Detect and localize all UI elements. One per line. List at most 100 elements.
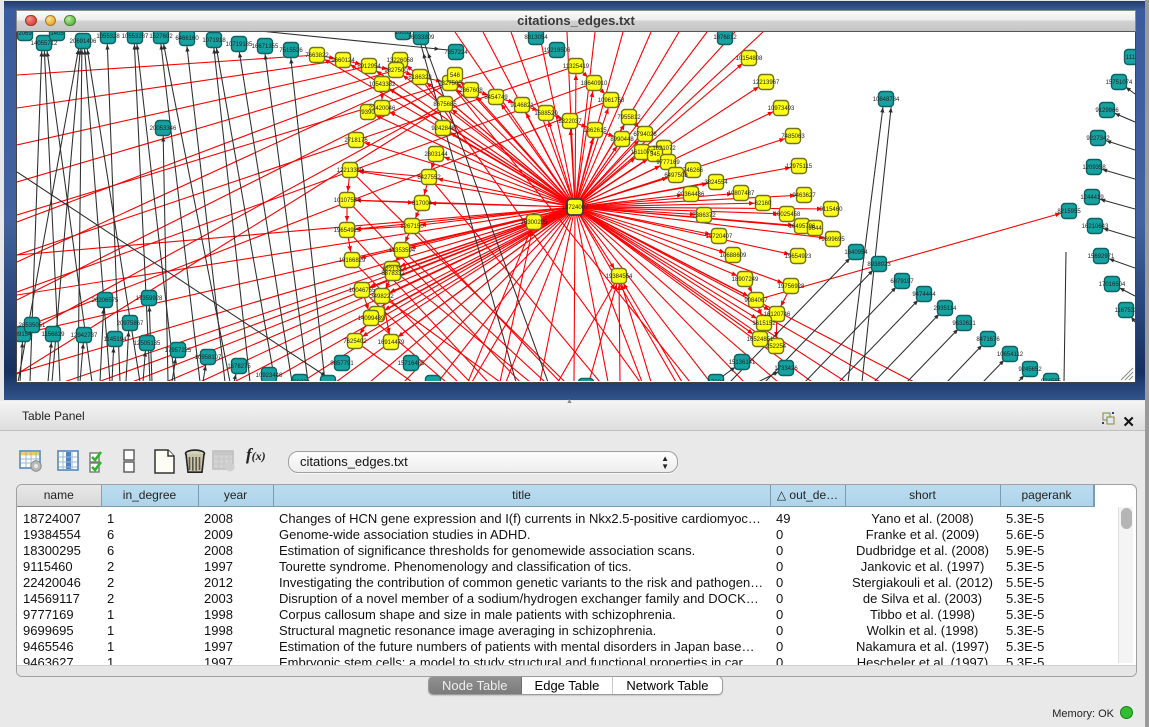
svg-text:7955812: 7955812 (617, 115, 641, 121)
svg-text:14055712: 14055712 (31, 41, 58, 47)
svg-text:17334: 17334 (708, 380, 725, 381)
svg-text:10107554: 10107554 (334, 198, 361, 204)
svg-text:9327505: 9327505 (438, 81, 462, 87)
svg-text:10973493: 10973493 (768, 106, 795, 112)
svg-text:9129966: 9129966 (1095, 108, 1119, 114)
svg-text:15136141: 15136141 (729, 360, 756, 366)
svg-text:16210643: 16210643 (1082, 224, 1109, 230)
svg-text:109234: 109234 (290, 380, 311, 381)
svg-text:8186328: 8186328 (408, 75, 432, 81)
svg-text:19384554: 19384554 (606, 274, 633, 280)
svg-text:3498222: 3498222 (370, 294, 394, 300)
svg-text:1167533: 1167533 (1115, 308, 1135, 314)
svg-text:2718176: 2718176 (344, 138, 368, 144)
svg-text:22420046: 22420046 (369, 106, 396, 112)
svg-text:9463627: 9463627 (792, 193, 816, 199)
svg-text:62160: 62160 (755, 201, 772, 207)
svg-text:7357224: 7357224 (444, 50, 468, 56)
svg-text:19218506: 19218506 (544, 48, 571, 54)
svg-text:8267150: 8267150 (400, 224, 424, 230)
svg-text:10958107: 10958107 (195, 355, 222, 361)
svg-text:8427552: 8427552 (417, 175, 441, 181)
svg-text:9699695: 9699695 (821, 237, 845, 243)
svg-text:12213967: 12213967 (753, 80, 780, 86)
svg-text:546: 546 (450, 73, 461, 79)
svg-text:16914479: 16914479 (378, 340, 405, 346)
svg-text:9632621: 9632621 (952, 321, 976, 327)
svg-text:19166829: 19166829 (339, 258, 366, 264)
svg-text:14099489: 14099489 (358, 316, 385, 322)
svg-text:7625402: 7625402 (343, 339, 367, 345)
svg-text:2935114: 2935114 (934, 306, 958, 312)
svg-text:9660124: 9660124 (331, 58, 355, 64)
svg-text:9245652: 9245652 (1018, 367, 1042, 373)
svg-text:1527602: 1527602 (149, 34, 173, 40)
svg-text:1209358: 1209358 (1082, 165, 1106, 171)
svg-text:1244419: 1244419 (1080, 195, 1104, 201)
svg-text:20053346: 20053346 (150, 126, 177, 132)
svg-text:1588520: 1588520 (534, 111, 558, 117)
svg-text:12975115: 12975115 (786, 164, 813, 170)
svg-text:7515526: 7515526 (279, 48, 303, 54)
svg-text:10807487: 10807487 (728, 191, 755, 197)
svg-text:8912954: 8912954 (357, 64, 381, 70)
svg-text:1678275: 1678275 (227, 364, 251, 370)
svg-text:10543382: 10543382 (369, 82, 396, 88)
svg-text:15692971: 15692971 (1088, 254, 1115, 260)
svg-text:19756928: 19756928 (778, 284, 805, 290)
svg-text:7485063: 7485063 (781, 134, 805, 140)
svg-text:1876812: 1876812 (713, 35, 737, 41)
svg-text:11353594: 11353594 (389, 248, 416, 254)
svg-text:17016504: 17016504 (1099, 282, 1126, 288)
svg-text:6879197: 6879197 (890, 279, 914, 285)
svg-text:12505135: 12505135 (134, 341, 161, 347)
svg-text:1615152: 1615152 (752, 321, 776, 327)
svg-text:1055328: 1055328 (96, 34, 120, 40)
svg-text:9474444: 9474444 (912, 292, 936, 298)
svg-text:7663822: 7663822 (305, 53, 329, 59)
svg-text:9084067: 9084067 (744, 298, 768, 304)
svg-text:18640910: 18640910 (581, 81, 608, 87)
svg-text:345: 345 (650, 152, 661, 158)
svg-text:17359928: 17359928 (136, 296, 163, 302)
svg-text:20206575: 20206575 (92, 298, 119, 304)
svg-text:3824554: 3824554 (704, 180, 728, 186)
svg-text:8471676: 8471676 (976, 337, 1000, 343)
svg-text:1362615: 1362615 (583, 128, 607, 134)
svg-text:8454749: 8454749 (484, 95, 508, 101)
svg-text:10719185: 10719185 (226, 42, 253, 48)
svg-text:9115460: 9115460 (820, 207, 844, 213)
svg-text:12213369: 12213369 (337, 168, 364, 174)
svg-text:1640954: 1640954 (844, 250, 868, 256)
svg-text:19654925: 19654925 (334, 228, 361, 234)
svg-text:10553287: 10553287 (122, 34, 149, 40)
svg-text:10961758: 10961758 (598, 98, 625, 104)
svg-text:9777169: 9777169 (656, 160, 680, 166)
svg-text:8878332: 8878332 (381, 271, 405, 277)
svg-text:12942737: 12942737 (71, 333, 98, 339)
svg-text:16120746: 16120746 (764, 312, 791, 318)
svg-text:924565: 924565 (1041, 379, 1062, 381)
svg-text:10688609: 10688609 (720, 253, 747, 259)
svg-text:2069: 2069 (18, 32, 32, 37)
svg-text:26535051: 26535051 (19, 323, 46, 329)
svg-text:9857791: 9857791 (330, 361, 354, 367)
svg-text:9242848: 9242848 (431, 126, 455, 132)
svg-text:10025458: 10025458 (774, 212, 801, 218)
svg-text:39154: 39154 (17, 332, 32, 338)
svg-text:17957225: 17957225 (165, 348, 192, 354)
svg-text:9827500: 9827500 (384, 68, 408, 74)
svg-text:8813054: 8813054 (524, 35, 548, 41)
svg-text:16033809: 16033809 (408, 35, 435, 41)
svg-text:817004: 817004 (412, 201, 433, 207)
svg-text:1117: 1117 (1126, 55, 1135, 61)
svg-text:8938923: 8938923 (867, 262, 891, 268)
svg-text:9227342: 9227342 (1086, 136, 1110, 142)
svg-text:6466160: 6466160 (175, 36, 199, 42)
svg-text:10654112: 10654112 (997, 352, 1024, 358)
svg-text:6497508: 6497508 (664, 173, 688, 179)
svg-text:20364436: 20364436 (678, 192, 705, 198)
svg-text:8215955: 8215955 (1057, 209, 1081, 215)
svg-text:8322037: 8322037 (558, 119, 582, 125)
svg-text:7386372: 7386372 (692, 213, 716, 219)
